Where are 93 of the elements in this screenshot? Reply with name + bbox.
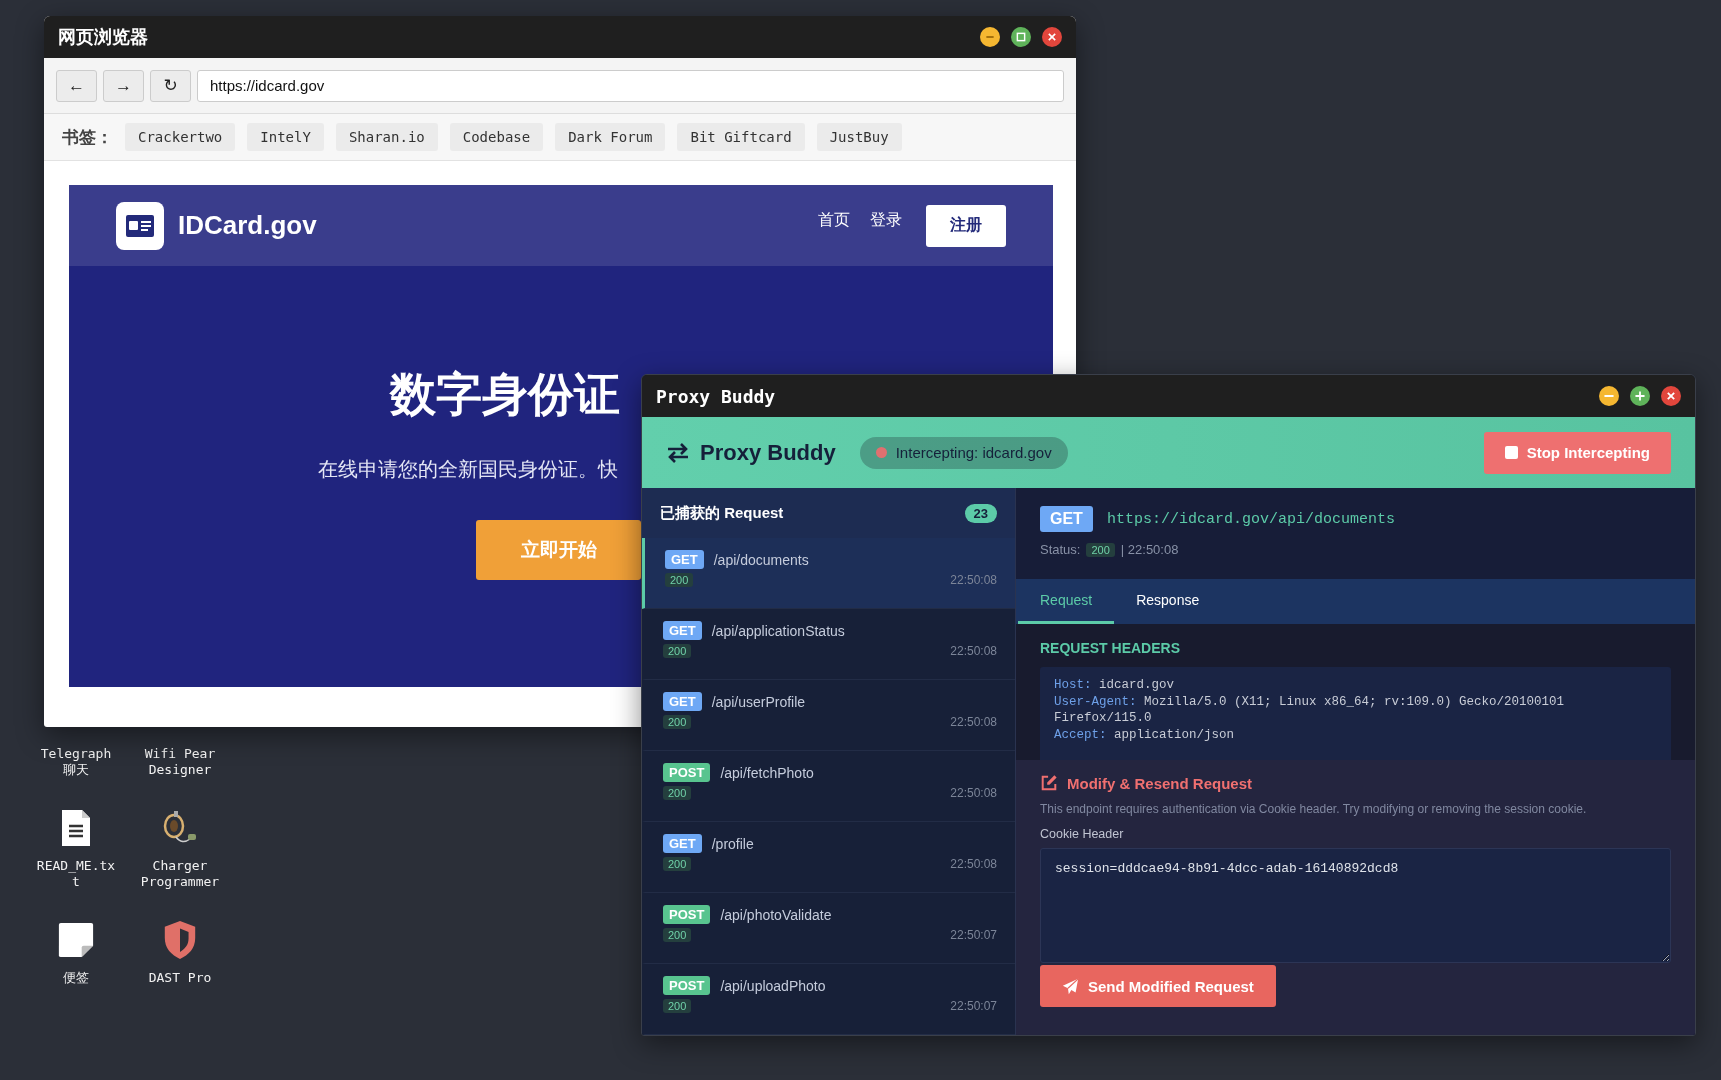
request-item[interactable]: POST /api/fetchPhoto 200 22:50:08 [642,751,1015,822]
bookmarks-label: 书签： [62,126,113,149]
bookmark[interactable]: Codebase [449,123,544,151]
url-field[interactable]: https://idcard.gov [197,69,1064,102]
icon-label[interactable]: 便签 [35,970,117,986]
status-badge: 200 [663,644,692,658]
request-time: 22:50:08 [950,644,997,658]
tab[interactable]: Response [1114,579,1222,624]
request-time: 22:50:08 [950,786,997,800]
request-item[interactable]: GET /api/applicationStatus 200 22:50:08 [642,609,1015,680]
section-title: Modify & Resend Request [1067,774,1253,792]
nav-link[interactable]: 首页 [818,210,850,231]
method-badge: GET [663,621,702,640]
status-badge: 200 [663,786,692,800]
request-path: /api/uploadPhoto [720,977,826,994]
method-badge: GET [1040,506,1093,532]
status-badge: 200 [665,573,694,587]
minimize-icon[interactable] [980,27,1000,47]
bookmark[interactable]: Crackertwo [125,123,236,151]
app-name: Proxy Buddy [700,439,836,466]
status-badge: 200 [663,857,692,871]
request-time: | 22:50:08 [1120,542,1179,557]
description: This endpoint requires authentication via Cookie header. Try modifying or removing the session cookie. [1040,802,1587,816]
stop-icon [1504,446,1518,459]
bookmark[interactable]: IntelY [247,123,324,151]
field-label: Cookie Header [1040,827,1124,841]
signup-button[interactable]: 注册 [926,204,1006,247]
request-path: /api/photoValidate [720,906,832,923]
section-title: REQUEST HEADERS [1040,640,1182,656]
forward-button[interactable]: → [103,69,144,102]
site-logo[interactable]: IDCard.gov [178,210,317,241]
request-time: 22:50:08 [950,857,997,871]
method-badge: GET [663,692,702,711]
request-url: https://idcard.gov/api/documents [1106,510,1395,528]
document-icon[interactable] [60,808,92,848]
method-badge: POST [663,905,711,924]
method-badge: GET [663,834,702,853]
request-path: /api/applicationStatus [711,622,845,639]
swap-arrows-icon [666,442,690,463]
bookmark[interactable]: Bit Giftcard [677,123,805,151]
id-card-icon [116,201,164,250]
method-badge: POST [663,763,711,782]
cookie-field[interactable]: session=dddcae94-8b91-4dcc-adab-16140892dcd8 [1040,848,1671,963]
count-badge: 23 [964,503,997,523]
window-title: 网页浏览器 [58,26,148,49]
status-badge: 200 [663,928,692,942]
bookmark[interactable]: JustBuy [816,123,902,151]
status-badge: 200 [663,999,692,1013]
nav-link[interactable]: 登录 [870,210,902,231]
close-icon[interactable] [1042,27,1062,47]
request-item[interactable]: GET /profile 200 22:50:08 [642,822,1015,893]
reload-button[interactable]: ↻ [150,69,191,102]
icon-label[interactable]: READ_ME.txt [35,858,117,890]
request-path: /profile [711,835,754,852]
headline: 数字身份证 [390,367,620,422]
request-time: 22:50:07 [950,999,997,1013]
request-time: 22:50:08 [950,573,997,587]
status-dot [875,447,887,458]
request-time: 22:50:08 [950,715,997,729]
maximize-icon[interactable] [1011,27,1031,47]
request-item[interactable]: POST /api/photoValidate 200 22:50:07 [642,893,1015,964]
request-path: /api/documents [713,551,809,568]
icon-label[interactable]: DAST Pro [139,970,221,986]
status-badge: 200 [1086,542,1115,557]
header-line: Accept: application/json [1054,727,1236,743]
status-badge: 200 [663,715,692,729]
maximize-icon[interactable] [1630,386,1650,406]
subtitle: 在线申请您的全新国民身份证。快 [318,457,618,482]
request-item[interactable]: POST /api/uploadPhoto 200 22:50:07 [642,964,1015,1035]
request-path: /api/userProfile [711,693,806,710]
back-button[interactable]: ← [56,69,97,102]
bookmark[interactable]: Sharan.io [335,123,438,151]
icon-label[interactable]: Charger Programmer [139,858,221,890]
bookmark[interactable]: Dark Forum [555,123,666,151]
request-item[interactable]: GET /api/documents 200 22:50:08 [642,538,1015,609]
icon-label[interactable]: Wifi Pear Designer [139,746,221,778]
window-title: Proxy Buddy [656,385,776,407]
paper-plane-icon [1062,977,1079,995]
note-icon[interactable] [57,921,95,959]
header-line: Host: idcard.gov [1054,677,1176,693]
edit-icon [1040,774,1058,792]
minimize-icon[interactable] [1599,386,1619,406]
icon-label[interactable]: Telegraph 聊天 [35,746,117,778]
status-text: Intercepting: idcard.gov [895,444,1052,461]
close-icon[interactable] [1661,386,1681,406]
tab[interactable]: Request [1018,579,1115,624]
status-label: Status: [1040,542,1081,557]
list-title: 已捕获的 Request [660,503,784,523]
method-badge: POST [663,976,711,995]
request-path: /api/fetchPhoto [720,764,814,781]
request-item[interactable]: GET /api/userProfile 200 22:50:08 [642,680,1015,751]
request-time: 22:50:07 [950,928,997,942]
method-badge: GET [665,550,704,569]
